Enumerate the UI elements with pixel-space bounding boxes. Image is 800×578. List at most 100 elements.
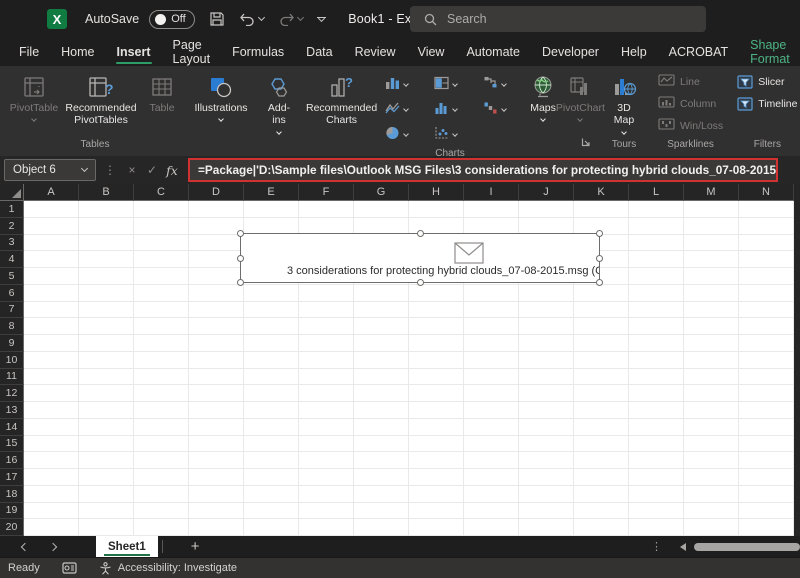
grid-cell-n8[interactable] xyxy=(739,318,794,335)
macro-record-button[interactable] xyxy=(62,562,77,574)
grid-cell-j20[interactable] xyxy=(519,519,574,536)
grid-cell-c11[interactable] xyxy=(134,368,189,386)
grid-cell-i2[interactable] xyxy=(464,217,519,235)
grid-cell-n6[interactable] xyxy=(739,284,794,302)
grid-cell-l17[interactable] xyxy=(629,469,684,486)
grid-cell-l20[interactable] xyxy=(629,519,684,536)
formula-input[interactable]: =Package|'D:\Sample files\Outlook MSG Fi… xyxy=(188,158,778,182)
grid-cell-c9[interactable] xyxy=(134,335,189,352)
grid-cell-g7[interactable] xyxy=(354,301,409,319)
grid-cell-m18[interactable] xyxy=(684,485,739,503)
grid-cell-n2[interactable] xyxy=(739,217,794,235)
grid-cell-k17[interactable] xyxy=(574,469,629,486)
horizontal-scrollbar-thumb[interactable] xyxy=(694,542,800,551)
grid-cell-f8[interactable] xyxy=(299,318,354,335)
name-box[interactable]: Object 6 xyxy=(4,159,96,181)
grid-cell-a10[interactable] xyxy=(24,351,79,369)
undo-button[interactable] xyxy=(239,12,266,26)
grid-cell-g1[interactable] xyxy=(354,201,409,218)
win-loss-sparkline-button[interactable]: Win/Loss xyxy=(654,116,727,135)
grid-cell-e10[interactable] xyxy=(244,351,299,369)
grid-cell-h7[interactable] xyxy=(409,301,464,319)
column-sparkline-button[interactable]: Column xyxy=(654,94,727,113)
grid-cell-j19[interactable] xyxy=(519,502,574,520)
grid-cell-d15[interactable] xyxy=(189,435,244,453)
line-sparkline-button[interactable]: Line xyxy=(654,72,727,91)
grid-cell-l19[interactable] xyxy=(629,502,684,520)
grid-cell-e12[interactable] xyxy=(244,385,299,402)
save-button[interactable] xyxy=(209,11,225,27)
grid-cell-b7[interactable] xyxy=(79,301,134,319)
grid-cell-d5[interactable] xyxy=(189,268,244,285)
pie-chart-button[interactable] xyxy=(381,126,430,145)
grid-cell-b5[interactable] xyxy=(79,268,134,285)
column-header-e[interactable]: E xyxy=(244,184,299,201)
grid-cell-h6[interactable] xyxy=(409,284,464,302)
tab-acrobat[interactable]: ACROBAT xyxy=(658,38,740,66)
treemap-chart-button[interactable] xyxy=(430,76,479,95)
cancel-button[interactable]: × xyxy=(122,163,142,177)
grid-cell-n1[interactable] xyxy=(739,201,794,218)
grid-cell-h10[interactable] xyxy=(409,351,464,369)
grid-cell-c3[interactable] xyxy=(134,234,189,252)
grid-cell-a4[interactable] xyxy=(24,251,79,268)
grid-cell-e13[interactable] xyxy=(244,402,299,419)
grid-cell-n19[interactable] xyxy=(739,502,794,520)
grid-cell-f16[interactable] xyxy=(299,452,354,469)
grid-cell-m15[interactable] xyxy=(684,435,739,453)
grid-cell-d11[interactable] xyxy=(189,368,244,386)
tab-data[interactable]: Data xyxy=(295,38,343,66)
grid-cell-g15[interactable] xyxy=(354,435,409,453)
grid-cell-l13[interactable] xyxy=(629,402,684,419)
grid-cell-h14[interactable] xyxy=(409,418,464,436)
grid-cell-n13[interactable] xyxy=(739,402,794,419)
grid-cell-n14[interactable] xyxy=(739,418,794,436)
column-header-i[interactable]: I xyxy=(464,184,519,201)
grid-cell-c16[interactable] xyxy=(134,452,189,469)
grid-cell-i6[interactable] xyxy=(464,284,519,302)
grid-cell-a16[interactable] xyxy=(24,452,79,469)
grid-cell-n12[interactable] xyxy=(739,385,794,402)
grid-cell-k19[interactable] xyxy=(574,502,629,520)
grid-cell-i20[interactable] xyxy=(464,519,519,536)
grid-cell-k18[interactable] xyxy=(574,485,629,503)
grid-cell-h9[interactable] xyxy=(409,335,464,352)
grid-cell-k9[interactable] xyxy=(574,335,629,352)
grid-cell-b13[interactable] xyxy=(79,402,134,419)
grid-cell-g17[interactable] xyxy=(354,469,409,486)
grid-cell-d2[interactable] xyxy=(189,217,244,235)
column-header-l[interactable]: L xyxy=(629,184,684,201)
tab-view[interactable]: View xyxy=(407,38,456,66)
row-header-2[interactable]: 2 xyxy=(0,217,24,235)
grid-cell-g14[interactable] xyxy=(354,418,409,436)
row-header-20[interactable]: 20 xyxy=(0,519,24,536)
row-header-5[interactable]: 5 xyxy=(0,268,24,285)
grid-cell-b1[interactable] xyxy=(79,201,134,218)
grid-cell-d17[interactable] xyxy=(189,469,244,486)
grid-cell-a3[interactable] xyxy=(24,234,79,252)
tab-review[interactable]: Review xyxy=(344,38,407,66)
grid-cell-i7[interactable] xyxy=(464,301,519,319)
grid-cell-l16[interactable] xyxy=(629,452,684,469)
grid-cell-l18[interactable] xyxy=(629,485,684,503)
embedded-msg-object[interactable]: 3 considerations for protecting hybrid c… xyxy=(237,230,603,286)
grid-cell-d4[interactable] xyxy=(189,251,244,268)
column-header-g[interactable]: G xyxy=(354,184,409,201)
grid-cell-d14[interactable] xyxy=(189,418,244,436)
grid-cell-j11[interactable] xyxy=(519,368,574,386)
grid-cell-g2[interactable] xyxy=(354,217,409,235)
grid-cell-k16[interactable] xyxy=(574,452,629,469)
grid-cell-b3[interactable] xyxy=(79,234,134,252)
grid-cell-m10[interactable] xyxy=(684,351,739,369)
grid-cell-i12[interactable] xyxy=(464,385,519,402)
grid-cell-e8[interactable] xyxy=(244,318,299,335)
grid-cell-i9[interactable] xyxy=(464,335,519,352)
grid-cell-c7[interactable] xyxy=(134,301,189,319)
grid-cell-i11[interactable] xyxy=(464,368,519,386)
recommended-pivottables-button[interactable]: ? Recommended PivotTables xyxy=(62,71,140,127)
grid-cell-m17[interactable] xyxy=(684,469,739,486)
grid-cell-e20[interactable] xyxy=(244,519,299,536)
grid-cell-c12[interactable] xyxy=(134,385,189,402)
illustrations-button[interactable]: Illustrations xyxy=(190,71,252,123)
grid-cell-i19[interactable] xyxy=(464,502,519,520)
